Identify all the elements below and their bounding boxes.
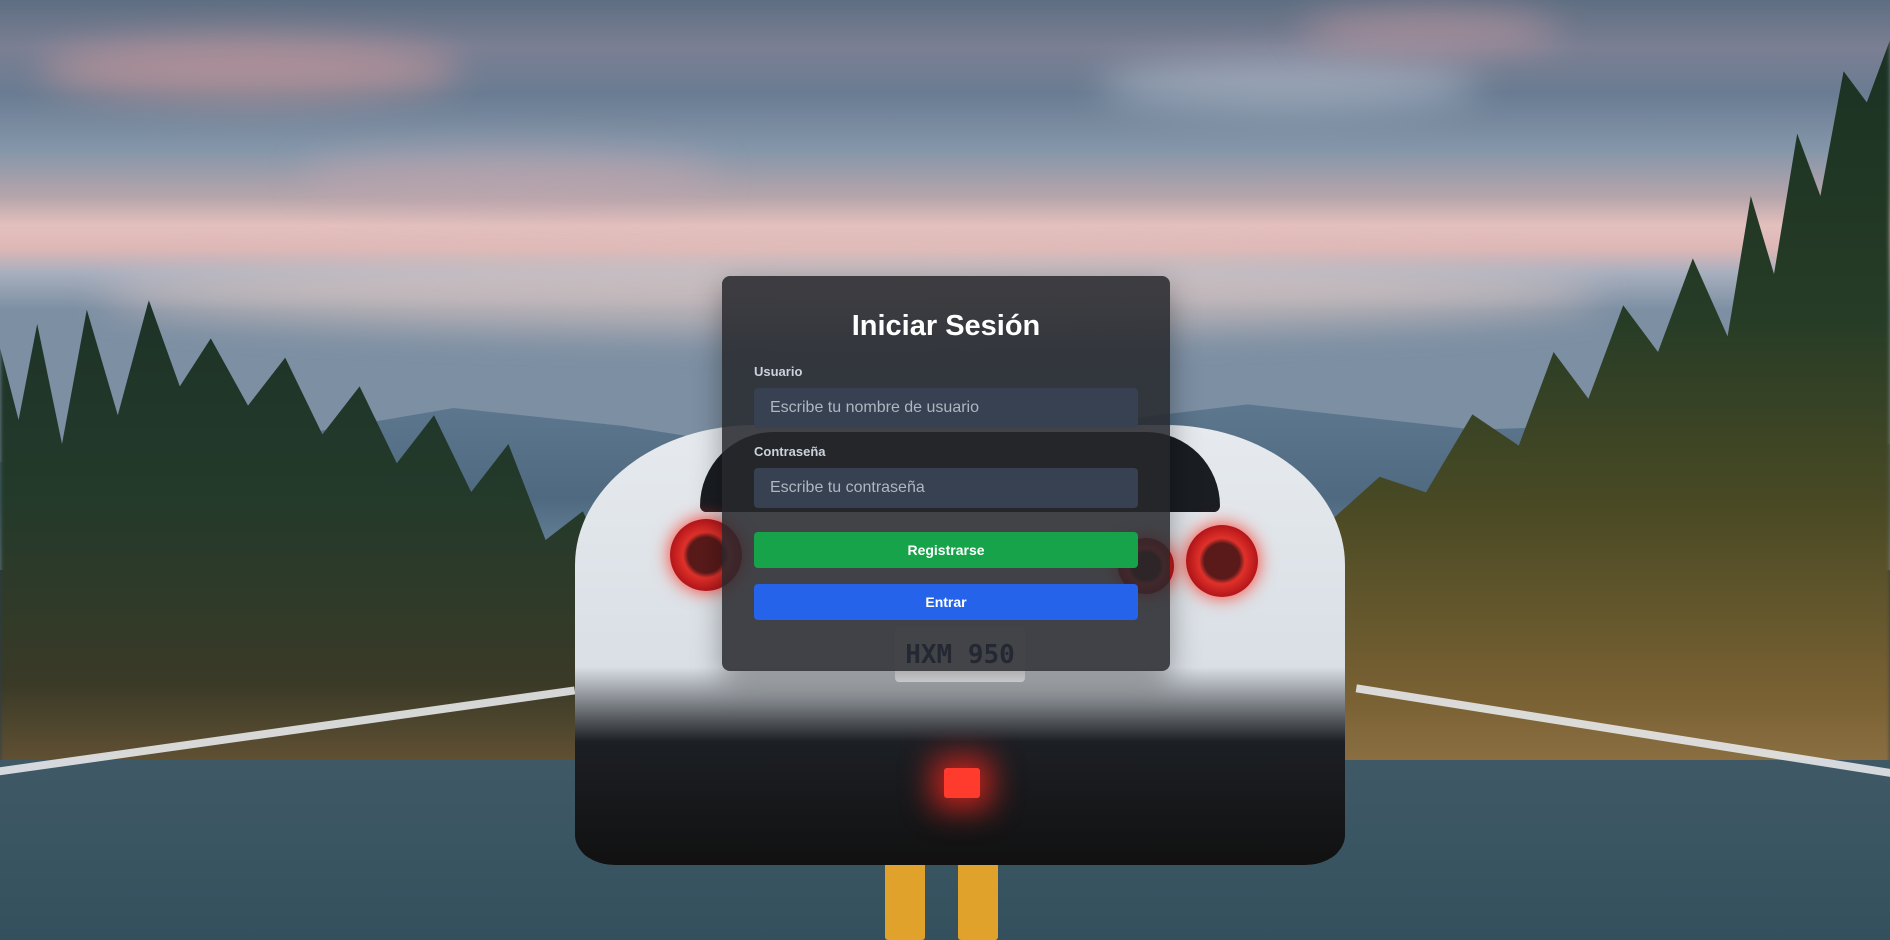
username-group: Usuario — [754, 364, 1138, 428]
cloud — [300, 150, 720, 200]
cloud — [1300, 10, 1560, 50]
password-input[interactable] — [754, 468, 1138, 508]
login-button[interactable]: Entrar — [754, 584, 1138, 620]
register-button[interactable]: Registrarse — [754, 532, 1138, 568]
login-title: Iniciar Sesión — [851, 310, 1041, 342]
password-label: Contraseña — [754, 444, 826, 459]
username-label: Usuario — [754, 364, 803, 379]
cloud — [1100, 60, 1480, 110]
username-input[interactable] — [754, 388, 1138, 428]
login-card: Iniciar Sesión Usuario Contraseña Regist… — [722, 276, 1170, 671]
taillight — [1186, 525, 1258, 597]
brake-light — [944, 768, 980, 798]
cloud — [40, 40, 460, 100]
password-group: Contraseña — [754, 444, 1138, 508]
